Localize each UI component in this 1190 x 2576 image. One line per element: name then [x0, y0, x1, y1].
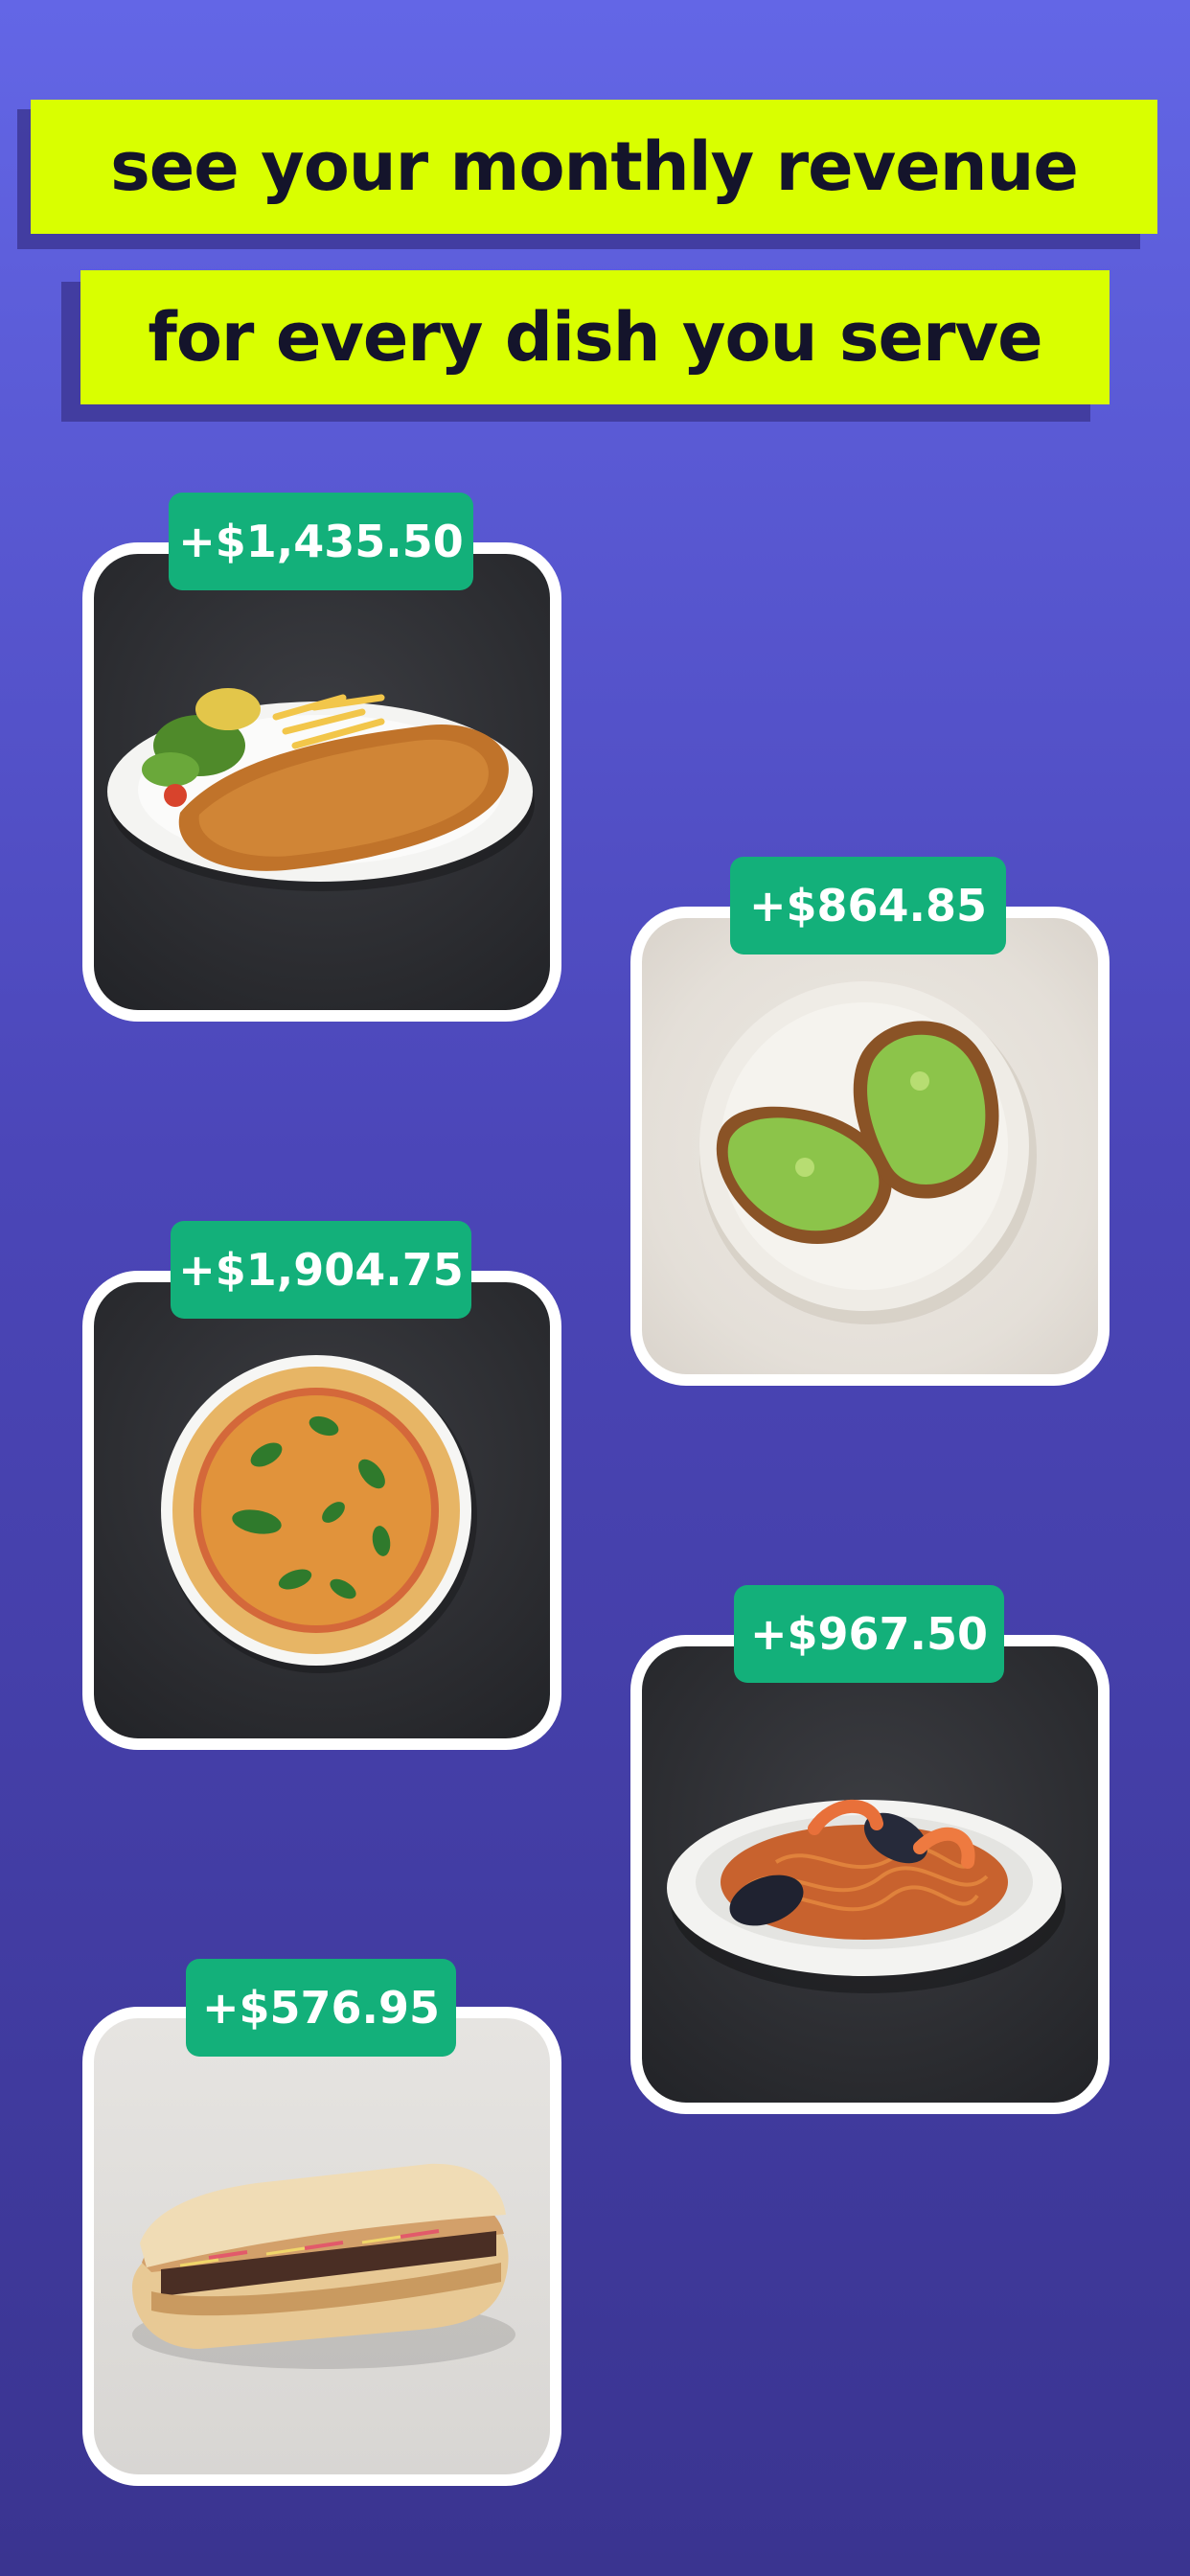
dish-card-seafood-pasta[interactable] — [630, 1635, 1110, 2114]
revenue-value: +$1,904.75 — [178, 1244, 464, 1296]
revenue-badge-seafood-pasta: +$967.50 — [734, 1585, 1004, 1683]
revenue-badge-pizza: +$1,904.75 — [171, 1221, 471, 1319]
dish-card-avocado-toast[interactable] — [630, 907, 1110, 1386]
sandwich-image — [132, 2163, 515, 2369]
headline-line2-text: for every dish you serve — [148, 298, 1042, 377]
headline-line1: see your monthly revenue — [31, 100, 1157, 234]
dish-card-schnitzel[interactable] — [82, 542, 561, 1022]
headline-line2: for every dish you serve — [80, 270, 1110, 404]
dish-card-pizza[interactable] — [82, 1271, 561, 1750]
revenue-value: +$576.95 — [201, 1982, 441, 2034]
dish-card-sandwich[interactable] — [82, 2007, 561, 2486]
revenue-badge-avocado-toast: +$864.85 — [730, 857, 1006, 954]
revenue-badge-sandwich: +$576.95 — [186, 1959, 456, 2057]
schnitzel-image — [107, 688, 535, 891]
revenue-value: +$864.85 — [748, 880, 988, 932]
pizza-image — [161, 1355, 477, 1673]
headline-line1-text: see your monthly revenue — [110, 127, 1079, 206]
avocado-toast-image — [699, 981, 1037, 1324]
seafood-pasta-image — [667, 1799, 1065, 1993]
revenue-badge-schnitzel: +$1,435.50 — [169, 493, 473, 590]
revenue-value: +$1,435.50 — [178, 516, 464, 567]
revenue-value: +$967.50 — [749, 1608, 989, 1660]
